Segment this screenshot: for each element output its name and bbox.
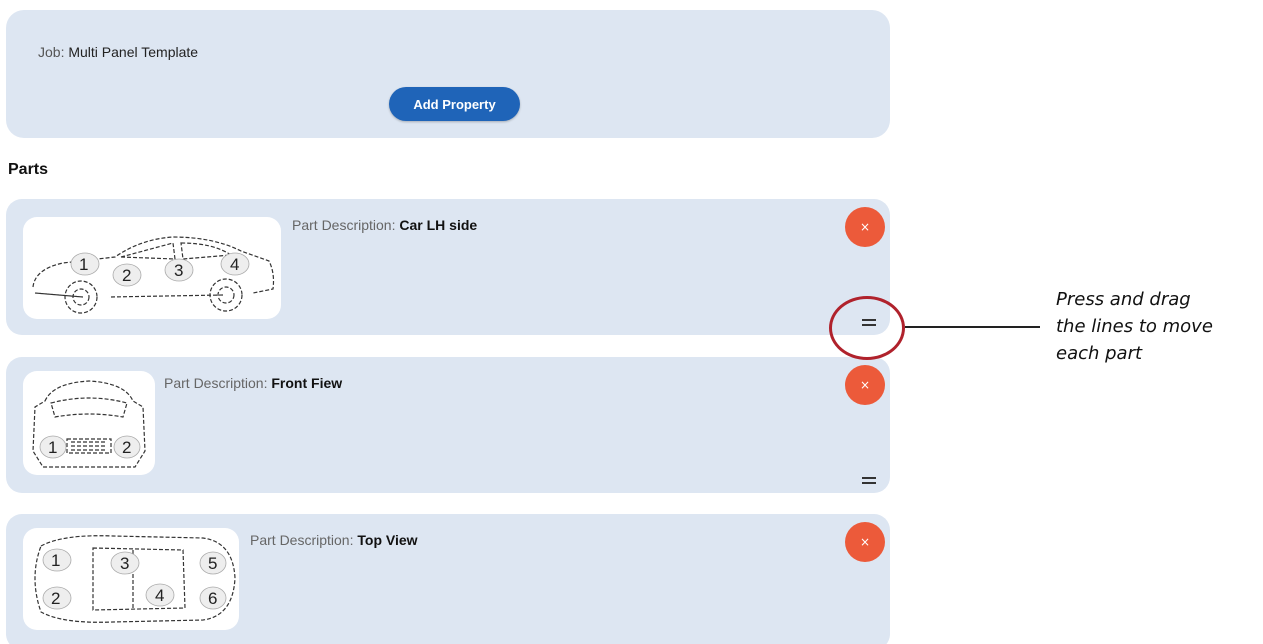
page: Job: Multi Panel Template Add Property P… <box>0 0 1263 644</box>
marker-label: 4 <box>230 255 239 274</box>
marker-label: 2 <box>51 589 60 608</box>
delete-part-button[interactable]: × <box>845 207 885 247</box>
part-description-label: Part Description: <box>164 375 268 391</box>
marker-label: 2 <box>122 438 131 457</box>
car-side-sketch: 1 2 3 4 <box>32 236 275 314</box>
part-description-value: Car LH side <box>399 217 478 233</box>
job-label: Job: <box>38 44 65 60</box>
part-description-value: Front Fiew <box>271 375 343 391</box>
marker-label: 5 <box>208 554 217 573</box>
parts-heading: Parts <box>8 161 49 178</box>
delete-part-button[interactable]: × <box>845 365 885 405</box>
callout-line <box>905 326 1040 328</box>
highlight-ring <box>829 296 905 360</box>
marker-label: 1 <box>51 551 60 570</box>
drag-handle-icon[interactable] <box>862 477 876 485</box>
car-front-sketch: 1 2 <box>32 380 146 468</box>
part-card-top-view: 1 2 3 4 5 6 Part Description: Top View × <box>6 514 890 644</box>
job-name: Multi Panel Template <box>68 44 199 60</box>
part-description: Part Description: Top View <box>250 532 418 548</box>
part-image-front-view[interactable]: 1 2 <box>23 371 155 475</box>
part-description: Part Description: Front Fiew <box>164 375 342 391</box>
drag-hint-text: Press and drag the lines to move each pa… <box>1056 286 1261 367</box>
job-title: Job: Multi Panel Template <box>38 44 198 60</box>
part-image-top-view[interactable]: 1 2 3 4 5 6 <box>23 528 239 630</box>
add-property-button[interactable]: Add Property <box>389 87 520 121</box>
marker-label: 1 <box>79 255 88 274</box>
marker-label: 4 <box>155 586 164 605</box>
part-image-side-view[interactable]: 1 2 3 4 <box>23 217 281 319</box>
close-icon: × <box>859 535 871 549</box>
hint-line: the lines to move <box>1056 316 1213 337</box>
marker-label: 2 <box>122 266 131 285</box>
part-description-label: Part Description: <box>292 217 396 233</box>
close-icon: × <box>859 378 871 392</box>
hint-line: Press and drag <box>1056 289 1191 310</box>
close-icon: × <box>859 220 871 234</box>
part-description-label: Part Description: <box>250 532 354 548</box>
car-top-sketch: 1 2 3 4 5 6 <box>34 535 236 623</box>
part-card-front-view: 1 2 Part Description: Front Fiew × <box>6 357 890 493</box>
job-card: Job: Multi Panel Template Add Property <box>6 10 890 138</box>
part-card-car-lh-side: 1 2 3 4 Part Description: Car LH side × <box>6 199 890 335</box>
marker-label: 3 <box>120 554 129 573</box>
marker-label: 1 <box>48 438 57 457</box>
part-description-value: Top View <box>357 532 418 548</box>
hint-line: each part <box>1056 343 1143 364</box>
marker-label: 6 <box>208 589 217 608</box>
marker-label: 3 <box>174 261 183 280</box>
part-description: Part Description: Car LH side <box>292 217 477 233</box>
delete-part-button[interactable]: × <box>845 522 885 562</box>
